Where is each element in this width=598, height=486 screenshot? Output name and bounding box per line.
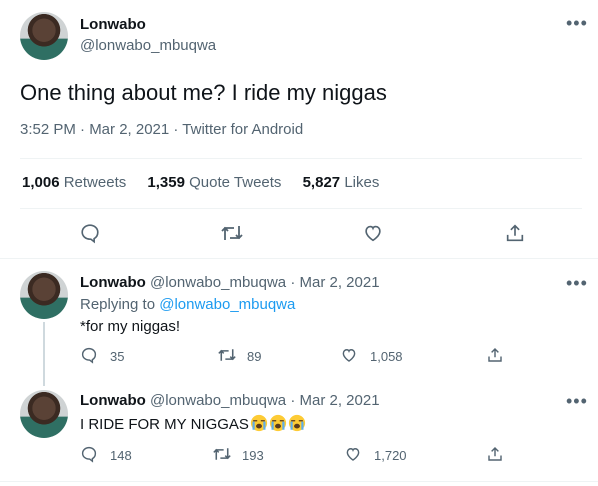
reply-action[interactable]: 148 bbox=[80, 445, 132, 466]
like-action[interactable]: 1,058 bbox=[340, 346, 403, 367]
author-handle[interactable]: @lonwabo_mbuqwa bbox=[150, 274, 286, 291]
more-options-icon[interactable]: ••• bbox=[566, 392, 588, 410]
replying-to-handle[interactable]: @lonwabo_mbuqwa bbox=[159, 296, 295, 313]
divider bbox=[20, 158, 582, 159]
quotes-count: 1,359 bbox=[147, 174, 185, 191]
loudly-crying-face-icon bbox=[268, 414, 287, 433]
tweet-text: I RIDE FOR MY NIGGAS bbox=[80, 416, 249, 433]
quotes-label: Quote Tweets bbox=[189, 174, 282, 191]
reply-action[interactable]: 35 bbox=[80, 346, 124, 367]
like-icon bbox=[340, 346, 358, 367]
thread-line bbox=[43, 322, 45, 386]
more-options-icon[interactable]: ••• bbox=[566, 274, 588, 292]
author-handle[interactable]: @lonwabo_mbuqwa bbox=[80, 37, 216, 54]
retweet-icon bbox=[212, 445, 232, 466]
author-handle[interactable]: @lonwabo_mbuqwa bbox=[150, 392, 286, 409]
author-name[interactable]: Lonwabo bbox=[80, 16, 146, 33]
tweet-stats: 1,006 Retweets 1,359 Quote Tweets 5,827 … bbox=[22, 174, 379, 191]
like-count: 1,058 bbox=[370, 349, 403, 364]
avatar[interactable] bbox=[20, 390, 68, 438]
likes-stat[interactable]: 5,827 Likes bbox=[303, 174, 380, 191]
quotes-stat[interactable]: 1,359 Quote Tweets bbox=[147, 174, 281, 191]
share-icon[interactable] bbox=[486, 346, 504, 369]
author-name[interactable]: Lonwabo bbox=[80, 392, 146, 409]
retweet-action[interactable]: 193 bbox=[212, 445, 264, 466]
likes-label: Likes bbox=[344, 174, 380, 191]
retweets-label: Retweets bbox=[63, 174, 127, 191]
loudly-crying-face-icon bbox=[287, 414, 306, 433]
like-count: 1,720 bbox=[374, 448, 407, 463]
like-icon[interactable] bbox=[362, 222, 384, 244]
avatar[interactable] bbox=[20, 271, 68, 319]
retweet-icon bbox=[217, 346, 237, 367]
like-action[interactable]: 1,720 bbox=[344, 445, 407, 466]
reply-header: Lonwabo @lonwabo_mbuqwa · Mar 2, 2021 bbox=[80, 392, 380, 409]
reply-count: 148 bbox=[110, 448, 132, 463]
retweets-count: 1,006 bbox=[22, 174, 60, 191]
retweets-stat[interactable]: 1,006 Retweets bbox=[22, 174, 126, 191]
more-options-icon[interactable]: ••• bbox=[566, 14, 588, 32]
tweet-body: I RIDE FOR MY NIGGAS bbox=[80, 414, 306, 433]
share-icon[interactable] bbox=[486, 445, 504, 468]
likes-count: 5,827 bbox=[302, 174, 341, 191]
tweet-date[interactable]: · Mar 2, 2021 bbox=[290, 274, 379, 291]
reply-icon[interactable] bbox=[79, 222, 101, 244]
divider bbox=[0, 481, 598, 482]
tweet-meta[interactable]: 3:52 PM · Mar 2, 2021 · Twitter for Andr… bbox=[20, 121, 303, 138]
retweet-action[interactable]: 89 bbox=[217, 346, 261, 367]
reply-icon bbox=[80, 346, 98, 367]
retweet-count: 89 bbox=[247, 349, 262, 364]
tweet-text: One thing about me? I ride my niggas bbox=[20, 80, 387, 105]
tweet-date[interactable]: · Mar 2, 2021 bbox=[290, 392, 379, 409]
retweet-count: 193 bbox=[242, 448, 264, 463]
reply-count: 35 bbox=[110, 349, 125, 364]
author-name[interactable]: Lonwabo bbox=[80, 274, 146, 291]
retweet-icon[interactable] bbox=[220, 222, 244, 244]
reply-icon bbox=[80, 445, 98, 466]
divider bbox=[20, 208, 582, 209]
like-icon bbox=[344, 445, 362, 466]
avatar[interactable] bbox=[20, 12, 68, 60]
share-icon[interactable] bbox=[504, 222, 526, 244]
tweet-text: *for my niggas! bbox=[80, 318, 181, 335]
loudly-crying-face-icon bbox=[249, 414, 268, 433]
replying-to: Replying to @lonwabo_mbuqwa bbox=[80, 296, 295, 313]
reply-header: Lonwabo @lonwabo_mbuqwa · Mar 2, 2021 bbox=[80, 274, 380, 291]
replying-prefix: Replying to bbox=[80, 296, 156, 313]
divider bbox=[0, 258, 598, 259]
